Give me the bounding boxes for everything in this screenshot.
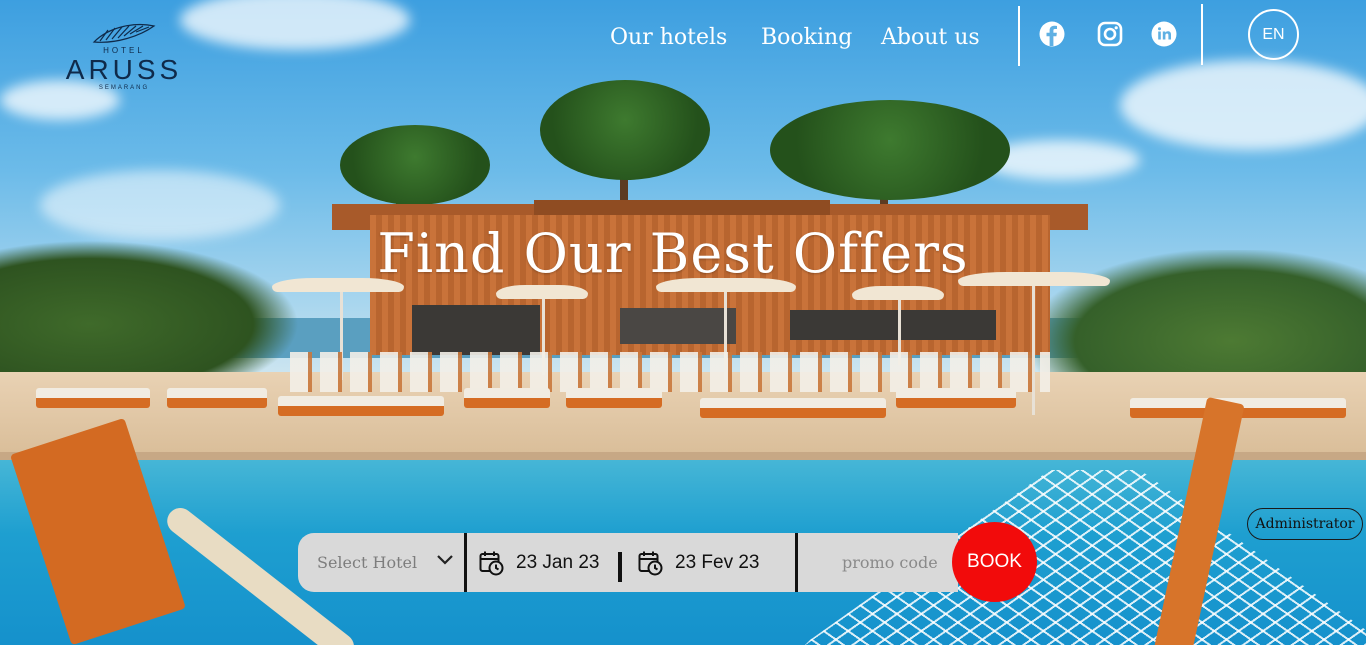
- leaf-logo-icon: [92, 23, 156, 43]
- calendar-clock-icon: [479, 551, 504, 575]
- sunbed: [896, 388, 1016, 408]
- chevron-down-icon: [437, 555, 453, 565]
- hero-title: Find Our Best Offers: [377, 222, 969, 285]
- nav-booking[interactable]: Booking: [761, 20, 852, 56]
- sunbed: [464, 388, 550, 408]
- sunbed: [36, 388, 150, 408]
- sunbed: [167, 388, 267, 408]
- umbrella: [496, 285, 588, 299]
- field-separator: [795, 533, 798, 592]
- linkedin-icon: [1151, 21, 1177, 47]
- logo-name: ARUSS: [65, 54, 183, 85]
- logo-subtitle: SEMARANG: [98, 85, 150, 91]
- field-separator: [464, 533, 467, 592]
- sunbed: [566, 388, 662, 408]
- calendar-clock-icon: [638, 551, 663, 575]
- promo-code-input[interactable]: [800, 533, 950, 592]
- instagram-icon: [1097, 21, 1123, 47]
- checkin-date-field[interactable]: 23 Jan 23: [479, 533, 599, 592]
- facebook-icon: [1039, 21, 1065, 47]
- instagram-link[interactable]: [1096, 20, 1124, 48]
- hotel-logo[interactable]: HOTEL ARUSS SEMARANG: [62, 22, 186, 92]
- umbrella: [852, 286, 944, 300]
- hotel-select-placeholder: Select Hotel: [317, 553, 418, 572]
- date-separator: [618, 552, 622, 582]
- pine-tree: [340, 125, 490, 205]
- checkout-date-field[interactable]: 23 Fev 23: [638, 533, 760, 592]
- pine-tree: [770, 100, 1010, 200]
- nav-our-hotels[interactable]: Our hotels: [610, 20, 727, 56]
- sunbed: [278, 396, 444, 416]
- sunbed: [700, 398, 886, 418]
- administrator-button[interactable]: Administrator: [1247, 508, 1363, 540]
- pine-tree: [540, 80, 710, 180]
- hotel-select[interactable]: Select Hotel: [298, 533, 464, 592]
- checkout-date: 23 Fev 23: [675, 551, 760, 573]
- linkedin-link[interactable]: [1150, 20, 1178, 48]
- book-button[interactable]: BOOK: [952, 522, 1037, 602]
- booking-bar: Select Hotel 23 Jan 23 23 Fev 23: [298, 533, 958, 592]
- facebook-link[interactable]: [1038, 20, 1066, 48]
- nav-about-us[interactable]: About us: [881, 20, 980, 56]
- social-divider: [1201, 4, 1203, 65]
- checkin-date: 23 Jan 23: [516, 551, 600, 573]
- nav-divider: [1018, 6, 1020, 66]
- cloud: [1120, 60, 1366, 150]
- language-switcher[interactable]: EN: [1248, 9, 1299, 60]
- tables-and-chairs: [290, 352, 1050, 392]
